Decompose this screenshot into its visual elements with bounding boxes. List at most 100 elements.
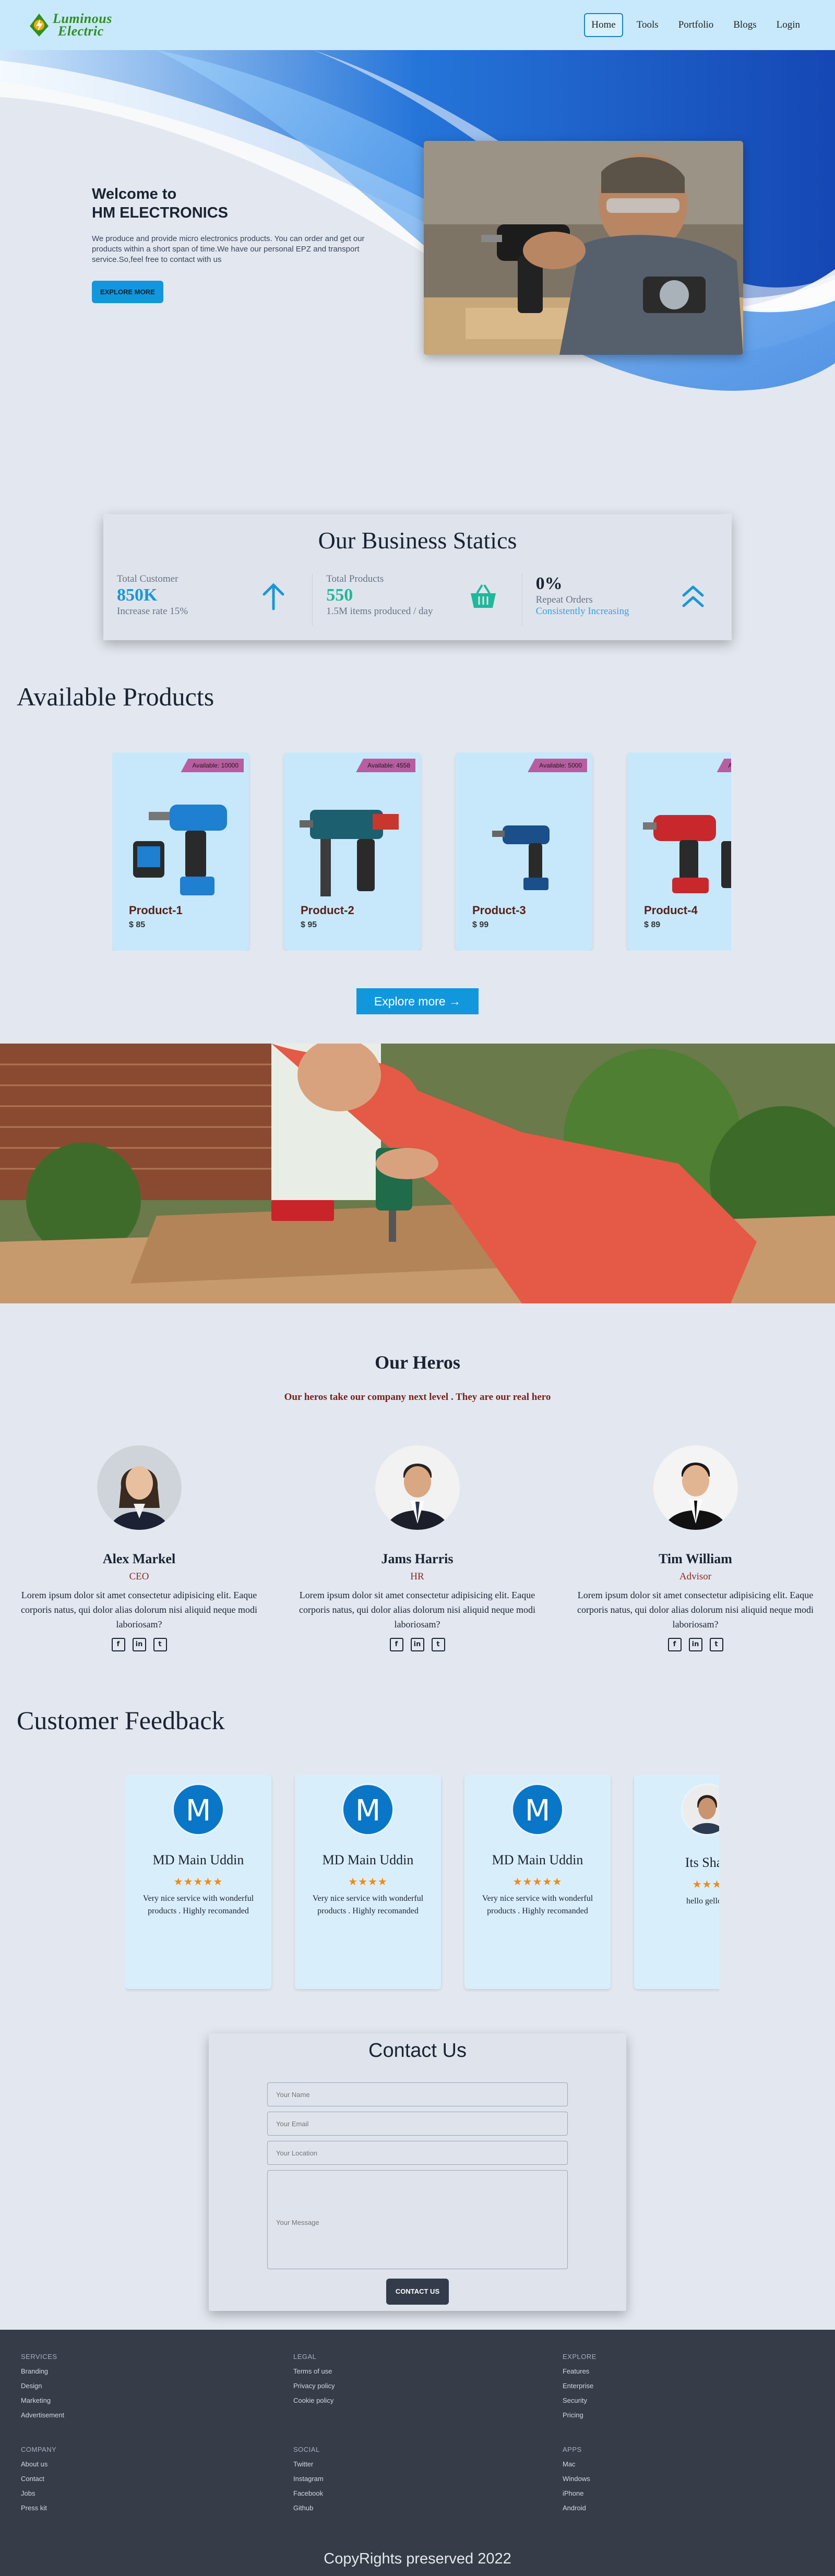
footer-link[interactable]: Security <box>563 2397 597 2404</box>
feedback-card: M MD Main Uddin ★★★★★ Very nice service … <box>125 1775 271 1989</box>
footer-link[interactable]: Features <box>563 2367 597 2375</box>
footer-link[interactable]: Twitter <box>293 2460 324 2468</box>
contact-form-card: Contact Us CONTACT US <box>209 2033 626 2311</box>
message-textarea[interactable] <box>267 2170 568 2269</box>
availability-badge: Available: 10000 <box>181 759 244 772</box>
footer-link[interactable]: Contact <box>21 2475 56 2483</box>
avatar <box>653 1445 738 1530</box>
footer-link[interactable]: Press kit <box>21 2504 56 2512</box>
footer-link[interactable]: iPhone <box>563 2489 590 2497</box>
footer-heading: EXPLORE <box>563 2353 597 2361</box>
member-bio: Lorem ipsum dolor sit amet consectetur a… <box>577 1590 814 1630</box>
stats-row: Total Customer 850K Increase rate 15% To… <box>103 573 732 626</box>
social-icons: f in t <box>556 1638 834 1651</box>
explore-more-button[interactable]: EXPLORE MORE <box>92 281 163 303</box>
footer-link[interactable]: Advertisement <box>21 2411 64 2419</box>
facebook-icon[interactable]: f <box>667 1638 682 1651</box>
nav-home[interactable]: Home <box>584 13 623 37</box>
product-name: Product-2 <box>301 904 354 917</box>
team-member-card: Alex Markel CEO Lorem ipsum dolor sit am… <box>0 1445 278 1651</box>
product-price: $ 95 <box>301 920 317 929</box>
hammer-drill-product-image <box>300 810 399 896</box>
twitter-icon[interactable]: t <box>431 1638 445 1651</box>
product-name: Product-1 <box>129 904 183 917</box>
product-card[interactable]: Available: 10000 Product-1 $ 85 <box>112 752 249 951</box>
footer-column-services: SERVICES Branding Design Marketing Adver… <box>21 2353 64 2419</box>
linkedin-icon[interactable]: in <box>410 1638 424 1651</box>
footer-link[interactable]: Cookie policy <box>293 2397 335 2404</box>
logo-text-line2: Electric <box>58 23 104 39</box>
footer-heading: SERVICES <box>21 2353 57 2361</box>
explore-products-button[interactable]: Explore more → <box>356 988 479 1014</box>
nav-portfolio[interactable]: Portfolio <box>672 14 720 36</box>
basket-icon <box>470 584 496 608</box>
footer-column-apps: APPS Mac Windows iPhone Android <box>563 2446 590 2512</box>
navbar: Luminous Electric Home Tools Portfolio B… <box>0 0 835 50</box>
product-price: $ 99 <box>472 920 489 929</box>
reviewer-avatar: M <box>342 1783 394 1836</box>
email-input[interactable] <box>267 2112 568 2136</box>
reviewer-avatar <box>681 1783 719 1836</box>
red-drill-product-image <box>643 815 731 893</box>
footer-link[interactable]: About us <box>21 2460 56 2468</box>
footer-link[interactable]: Marketing <box>21 2397 64 2404</box>
footer-link[interactable]: Branding <box>21 2367 64 2375</box>
footer-link[interactable]: Design <box>21 2382 64 2390</box>
linkedin-icon[interactable]: in <box>688 1638 702 1651</box>
footer: SERVICES Branding Design Marketing Adver… <box>0 2330 835 2576</box>
facebook-icon[interactable]: f <box>111 1638 125 1651</box>
hero-title-line2: HM ELECTRONICS <box>92 205 228 221</box>
rating-stars-icon: ★★★★ <box>348 1876 388 1888</box>
feedback-card: M MD Main Uddin ★★★★ Very nice service w… <box>295 1775 441 1989</box>
logo[interactable]: Luminous Electric <box>29 12 112 39</box>
hero-text: Welcome to HM ELECTRONICS We produce and… <box>92 185 384 303</box>
compact-drill-product-image <box>492 825 550 890</box>
reviewer-avatar: M <box>172 1783 224 1836</box>
footer-link[interactable]: Pricing <box>563 2411 597 2419</box>
footer-link[interactable]: Mac <box>563 2460 590 2468</box>
footer-link[interactable]: Jobs <box>21 2489 56 2497</box>
footer-link[interactable]: Windows <box>563 2475 590 2483</box>
product-card[interactable]: Available Product-4 $ 89 <box>627 752 731 951</box>
hero-section: Welcome to HM ELECTRONICS We produce and… <box>0 50 835 426</box>
product-card[interactable]: Available: 5000 Product-3 $ 99 <box>456 752 592 951</box>
footer-link[interactable]: Privacy policy <box>293 2382 335 2390</box>
footer-link[interactable]: Android <box>563 2504 590 2512</box>
reviewer-name: Its Shak <box>685 1855 719 1870</box>
review-text: Very nice service with wonderful product… <box>142 1894 254 1915</box>
location-input[interactable] <box>267 2141 568 2165</box>
footer-column-explore: EXPLORE Features Enterprise Security Pri… <box>563 2353 597 2419</box>
footer-link[interactable]: Enterprise <box>563 2382 597 2390</box>
heros-title: Our Heros <box>375 1352 460 1373</box>
reviewer-name: MD Main Uddin <box>152 1852 244 1867</box>
footer-link[interactable]: Terms of use <box>293 2367 335 2375</box>
twitter-icon[interactable]: t <box>709 1638 723 1651</box>
footer-link[interactable]: Facebook <box>293 2489 324 2497</box>
review-text: hello gello n <box>686 1897 719 1906</box>
avatar <box>97 1445 182 1530</box>
nav-links: Home Tools Portfolio Blogs Login <box>584 13 806 37</box>
hero-photo <box>424 141 743 355</box>
team-member-card: Jams Harris HR Lorem ipsum dolor sit ame… <box>278 1445 556 1651</box>
workshop-photo <box>0 1044 835 1303</box>
nav-tools[interactable]: Tools <box>630 14 665 36</box>
footer-link[interactable]: Instagram <box>293 2475 324 2483</box>
stats-title: Our Business Statics <box>318 527 517 554</box>
member-name: Jams Harris <box>381 1551 454 1566</box>
contact-us-button[interactable]: CONTACT US <box>386 2279 449 2305</box>
nav-login[interactable]: Login <box>770 14 806 36</box>
nav-blogs[interactable]: Blogs <box>727 14 762 36</box>
footer-heading: APPS <box>563 2446 582 2453</box>
name-input[interactable] <box>267 2082 568 2106</box>
footer-link[interactable]: Github <box>293 2504 324 2512</box>
facebook-icon[interactable]: f <box>389 1638 403 1651</box>
drill-product-image <box>133 805 227 895</box>
logo-bolt-icon <box>30 14 49 37</box>
product-card[interactable]: Available: 4558 Product-2 $ 95 <box>284 752 421 951</box>
member-name: Tim William <box>659 1551 732 1566</box>
availability-badge: Available: 5000 <box>528 759 587 772</box>
linkedin-icon[interactable]: in <box>132 1638 146 1651</box>
stat-total-customer: Total Customer 850K Increase rate 15% <box>103 573 313 626</box>
twitter-icon[interactable]: t <box>153 1638 167 1651</box>
copyright-text: CopyRights preserved 2022 <box>324 2550 511 2567</box>
